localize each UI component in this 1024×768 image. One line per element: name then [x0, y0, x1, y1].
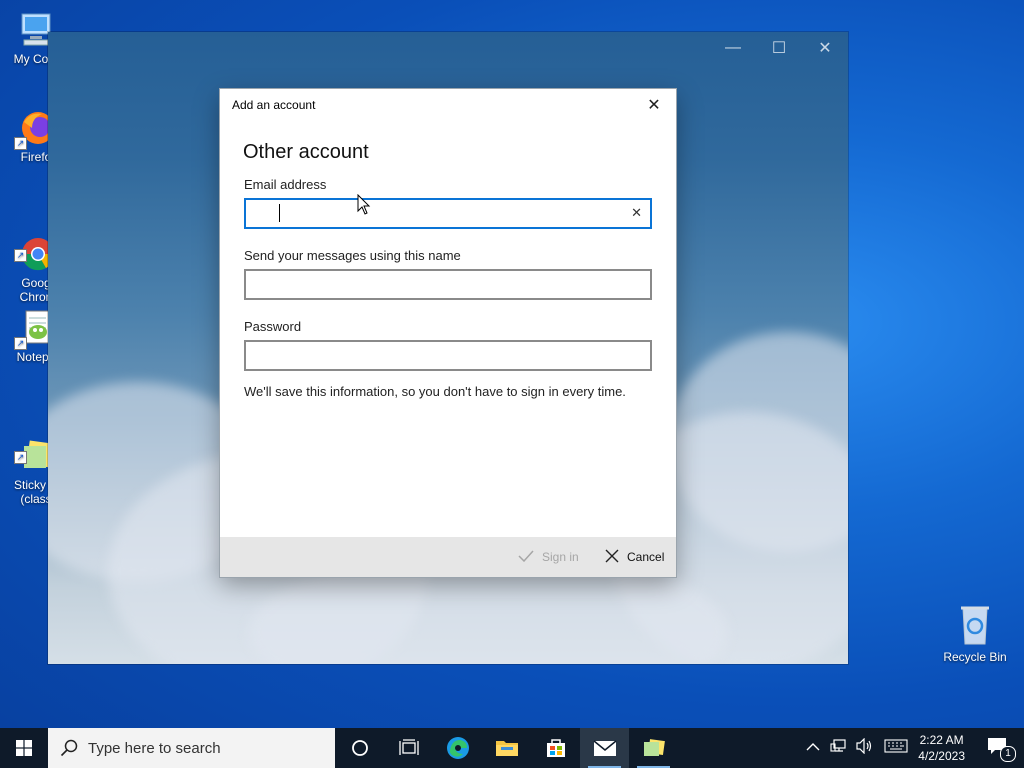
- close-icon: ✕: [647, 97, 661, 114]
- display-name-field[interactable]: [244, 269, 652, 300]
- email-field[interactable]: ✕: [244, 198, 652, 229]
- desktop-icon-recycle-bin[interactable]: Recycle Bin: [938, 602, 1012, 664]
- shortcut-arrow-icon: ↗: [14, 249, 27, 262]
- maximize-icon[interactable]: ☐: [756, 32, 802, 64]
- volume-button[interactable]: [851, 728, 879, 768]
- clock[interactable]: 2:22 AM 4/2/2023: [913, 728, 970, 768]
- cortana-icon: [351, 740, 368, 756]
- task-view-icon: [398, 739, 419, 755]
- window-controls: — ☐ ✕: [710, 32, 848, 64]
- sign-in-label: Sign in: [542, 550, 579, 564]
- cancel-button[interactable]: Cancel: [605, 537, 664, 577]
- notification-badge: 1: [1000, 746, 1016, 762]
- task-view-button[interactable]: [384, 728, 433, 768]
- dialog-title: Add an account: [232, 98, 316, 112]
- clock-time: 2:22 AM: [919, 733, 964, 747]
- mail-icon: [593, 740, 616, 756]
- close-icon[interactable]: ✕: [802, 32, 848, 64]
- store-icon: [546, 739, 565, 757]
- dialog-footer: Sign in Cancel: [220, 537, 676, 577]
- search-icon: [60, 739, 78, 757]
- shortcut-arrow-icon: ↗: [14, 451, 27, 464]
- taskbar-sticky-notes[interactable]: [629, 728, 678, 768]
- cancel-icon: [605, 549, 619, 566]
- system-tray: 2:22 AM 4/2/2023 1: [801, 728, 1024, 768]
- shortcut-arrow-icon: ↗: [14, 137, 27, 150]
- taskbar: Type here to search 2:22 AM 4/2/2023 1: [0, 728, 1024, 768]
- speaker-icon: [856, 737, 874, 759]
- cancel-label: Cancel: [627, 550, 665, 564]
- chevron-up-icon: [806, 739, 820, 757]
- recycle-bin-icon: [955, 602, 995, 646]
- taskbar-file-explorer[interactable]: [482, 728, 531, 768]
- add-account-dialog: Add an account ✕ Other account Email add…: [220, 89, 676, 577]
- taskbar-store[interactable]: [531, 728, 580, 768]
- clock-date: 4/2/2023: [918, 749, 965, 763]
- password-field[interactable]: [244, 340, 652, 371]
- sticky-notes-icon: [643, 739, 665, 756]
- sign-in-button[interactable]: Sign in: [518, 537, 579, 577]
- windows-logo-icon: [16, 740, 32, 756]
- minimize-icon[interactable]: —: [710, 32, 756, 64]
- email-input[interactable]: [246, 200, 626, 227]
- show-hidden-icons-button[interactable]: [801, 728, 825, 768]
- network-button[interactable]: [825, 728, 851, 768]
- shortcut-arrow-icon: ↗: [14, 337, 27, 350]
- search-placeholder: Type here to search: [88, 739, 221, 757]
- network-icon: [830, 738, 846, 759]
- password-input[interactable]: [246, 342, 626, 369]
- start-button[interactable]: [0, 728, 48, 768]
- recycle-bin-label: Recycle Bin: [943, 650, 1007, 664]
- cortana-button[interactable]: [335, 728, 384, 768]
- dialog-close-button[interactable]: ✕: [642, 95, 666, 115]
- mouse-pointer-icon: [357, 193, 371, 221]
- password-label: Password: [244, 319, 302, 334]
- email-label: Email address: [244, 177, 327, 192]
- taskbar-mail[interactable]: [580, 728, 629, 768]
- touch-keyboard-button[interactable]: [879, 728, 913, 768]
- info-text: We'll save this information, so you don'…: [244, 384, 626, 399]
- taskbar-edge[interactable]: [433, 728, 482, 768]
- checkmark-icon: [518, 549, 534, 565]
- text-caret: [279, 204, 280, 222]
- action-center-button[interactable]: 1: [970, 728, 1024, 768]
- keyboard-icon: [884, 738, 908, 758]
- clear-icon[interactable]: ✕: [631, 205, 642, 221]
- display-name-label: Send your messages using this name: [244, 248, 461, 263]
- edge-icon: [446, 737, 469, 759]
- display-name-input[interactable]: [246, 271, 626, 298]
- folder-icon: [495, 741, 518, 756]
- page-title: Other account: [243, 141, 369, 163]
- taskbar-search-box[interactable]: Type here to search: [48, 728, 335, 768]
